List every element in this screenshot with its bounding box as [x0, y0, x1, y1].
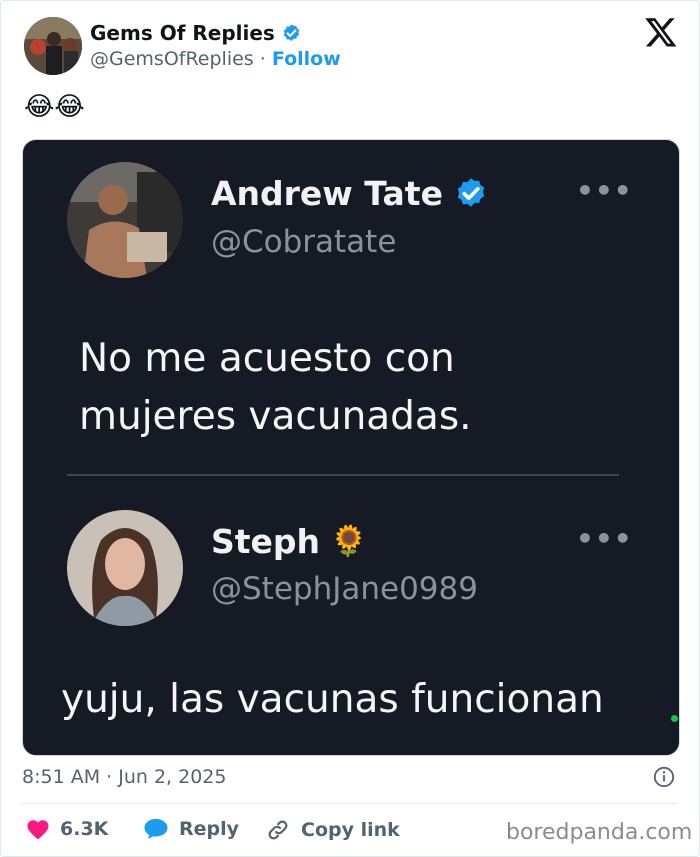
heart-icon: [27, 820, 49, 840]
status-dot: [671, 715, 678, 722]
follow-link[interactable]: Follow: [272, 48, 341, 70]
verified-badge-icon: [283, 23, 300, 41]
handle-separator: ·: [259, 48, 266, 70]
tate-handle: @Cobratate: [211, 224, 397, 260]
steph-tweet-text: yuju, las vacunas funcionan: [61, 677, 604, 722]
reply-bubble-icon: [144, 819, 168, 839]
verified-badge-icon: [457, 177, 485, 207]
embedded-image[interactable]: Andrew Tate @Cobratate ••• No me acuesto…: [22, 139, 680, 756]
copy-link-button[interactable]: Copy link: [265, 818, 400, 842]
author-handle[interactable]: @GemsOfReplies: [90, 48, 254, 70]
like-button[interactable]: 6.3K: [26, 818, 108, 840]
tweet-divider: [67, 474, 619, 476]
post-body-text: 😂😂: [24, 92, 85, 122]
steph-handle: @StephJane0989: [211, 571, 478, 607]
watermark: boredpanda.com: [506, 820, 693, 845]
reply-button[interactable]: Reply: [143, 818, 239, 840]
info-icon[interactable]: [653, 766, 675, 788]
more-dots-icon: •••: [576, 174, 633, 207]
steph-name: Steph 🌻: [211, 522, 367, 561]
footer-divider: [22, 803, 678, 804]
tate-name: Andrew Tate: [211, 174, 489, 213]
more-dots-icon: •••: [576, 522, 633, 555]
like-count: 6.3K: [60, 818, 109, 840]
reply-label: Reply: [179, 818, 240, 840]
author-name[interactable]: Gems Of Replies: [90, 21, 302, 45]
tate-tweet-line1: No me acuesto con: [79, 336, 455, 381]
link-icon: [268, 820, 288, 840]
tate-avatar: [67, 162, 183, 278]
steph-avatar: [67, 510, 183, 626]
tate-name-text: Andrew Tate: [211, 174, 443, 213]
x-logo-icon[interactable]: [644, 15, 678, 49]
steph-name-text: Steph: [211, 522, 321, 561]
author-avatar[interactable]: [24, 17, 82, 75]
sunflower-emoji: 🌻: [330, 524, 368, 559]
tate-tweet-line2: mujeres vacunadas.: [79, 394, 472, 439]
author-name-text[interactable]: Gems Of Replies: [90, 21, 275, 45]
copy-link-label: Copy link: [301, 819, 400, 841]
author-handle-row: @GemsOfReplies · Follow: [90, 48, 341, 70]
post-timestamp[interactable]: 8:51 AM · Jun 2, 2025: [22, 766, 226, 788]
